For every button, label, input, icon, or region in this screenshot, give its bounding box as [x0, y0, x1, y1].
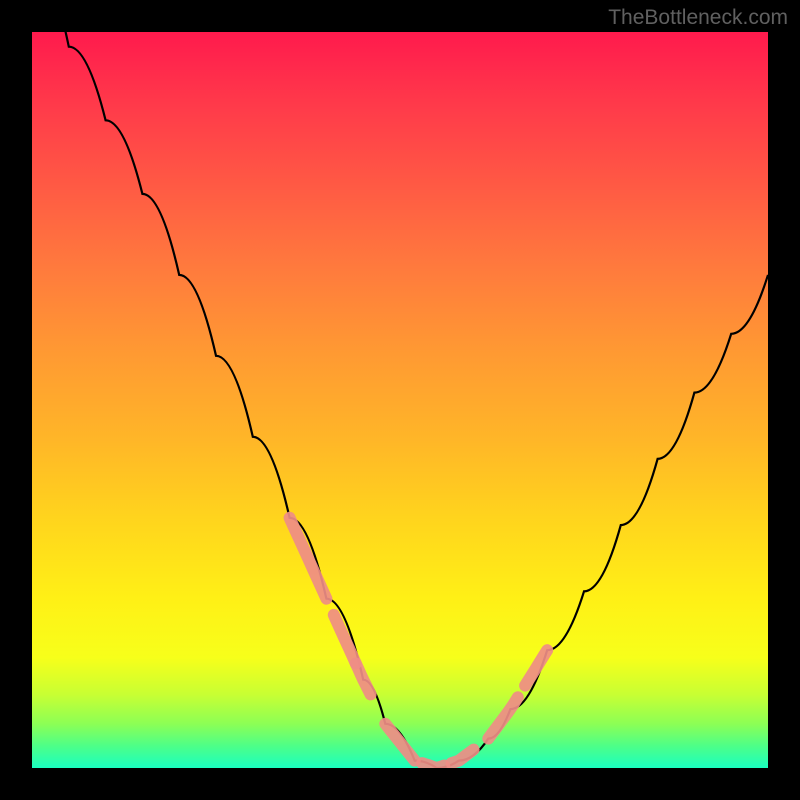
- plot-area: [32, 32, 768, 768]
- chart-frame: TheBottleneck.com: [0, 0, 800, 800]
- highlight-segment: [356, 664, 371, 695]
- highlight-segment: [290, 518, 327, 599]
- highlight-segment: [422, 763, 444, 768]
- highlight-segment: [452, 750, 474, 764]
- curve-path: [32, 32, 768, 768]
- highlight-segment: [385, 724, 414, 761]
- watermark-text: TheBottleneck.com: [608, 6, 788, 30]
- bottleneck-curve: [32, 32, 768, 768]
- highlight-segment: [488, 697, 518, 738]
- curve-highlight-segments: [290, 518, 548, 768]
